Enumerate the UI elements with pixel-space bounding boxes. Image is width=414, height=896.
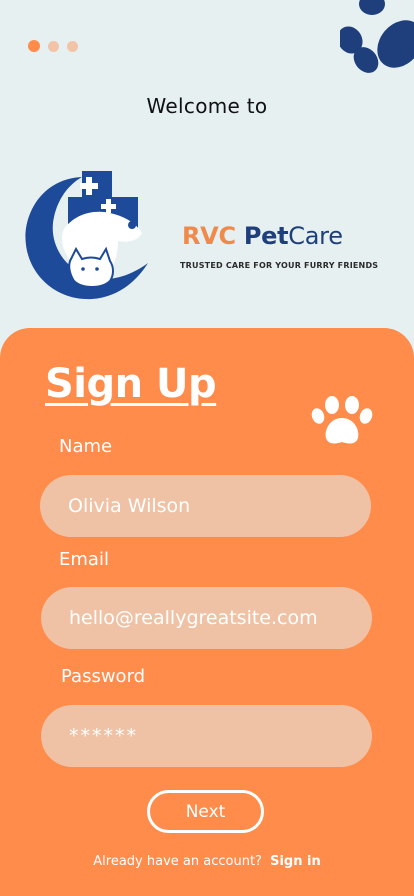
password-field[interactable] — [41, 705, 372, 767]
signin-prompt: Already have an account? Sign in — [0, 854, 414, 869]
email-label: Email — [59, 549, 109, 570]
page-dot-active[interactable] — [28, 40, 40, 52]
page-dot[interactable] — [67, 40, 78, 52]
password-label: Password — [61, 666, 146, 687]
brand-tagline: TRUSTED CARE FOR YOUR FURRY FRIENDS — [180, 261, 379, 270]
pet-care-logo-icon — [25, 171, 149, 300]
signup-screen: Welcome to RVC PetCare TRUSTED CARE FOR … — [0, 0, 414, 896]
welcome-text: Welcome to — [146, 94, 268, 118]
signin-link[interactable]: Sign in — [270, 854, 321, 869]
paw-print-icon — [340, 0, 414, 73]
name-label: Name — [59, 436, 113, 457]
brand-care: Care — [288, 222, 343, 250]
page-indicator — [28, 40, 78, 52]
next-button[interactable]: Next — [147, 790, 264, 833]
brand-pet: Pet — [243, 222, 289, 250]
page-title: Sign Up — [45, 361, 217, 407]
page-dot[interactable] — [48, 40, 59, 52]
email-field[interactable] — [41, 587, 372, 649]
name-field[interactable] — [40, 475, 371, 537]
account-prompt-text: Already have an account? — [93, 854, 262, 869]
brand-rvc: RVC — [182, 222, 236, 250]
brand-name: RVC PetCare — [182, 222, 343, 250]
paw-icon — [311, 396, 373, 444]
